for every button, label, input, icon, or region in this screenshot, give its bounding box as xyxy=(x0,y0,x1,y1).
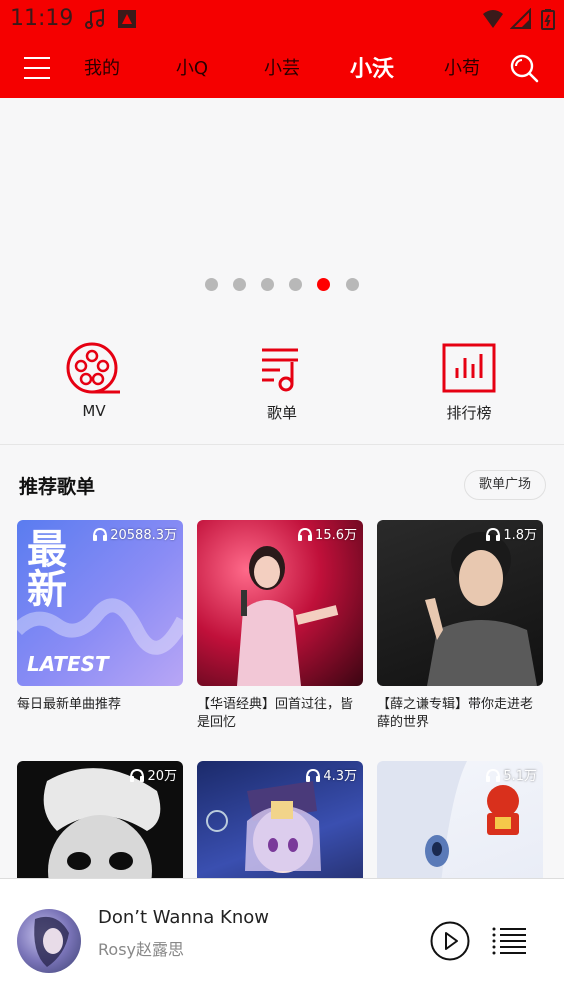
play-count: 20万 xyxy=(129,765,177,784)
photo-notification-icon xyxy=(118,10,136,28)
play-count: 5.1万 xyxy=(485,765,537,784)
play-count: 20588.3万 xyxy=(92,524,177,543)
carousel-dot[interactable] xyxy=(233,278,246,291)
wifi-icon xyxy=(483,10,503,28)
playlist-cover: 15.6万 xyxy=(197,520,363,686)
play-count-value: 15.6万 xyxy=(315,528,357,543)
play-count-value: 20588.3万 xyxy=(110,528,177,543)
tab-mine[interactable]: 我的 xyxy=(72,54,132,80)
search-icon[interactable] xyxy=(508,52,540,84)
play-icon[interactable] xyxy=(430,921,470,961)
playlist-button[interactable]: 歌单 xyxy=(227,340,337,423)
album-art[interactable] xyxy=(17,909,81,973)
playlist-card[interactable]: 15.6万 【华语经典】回首过往，皆是回忆 xyxy=(197,520,363,732)
tab-xiao-gou[interactable]: 小苟 xyxy=(432,54,492,80)
play-count: 15.6万 xyxy=(297,524,357,543)
mini-player[interactable]: Don’t Wanna Know Rosy赵露思 xyxy=(0,878,564,1004)
chart-icon xyxy=(442,343,496,393)
playlist-icon xyxy=(262,348,298,392)
tab-xiao-yun[interactable]: 小芸 xyxy=(252,54,312,80)
mv-button[interactable]: MV xyxy=(39,340,149,420)
headphones-icon xyxy=(93,527,108,541)
play-count: 4.3万 xyxy=(305,765,357,784)
status-time: 11:19 xyxy=(10,6,74,31)
playlist-card[interactable]: 最 新 LATEST 20588.3万 每日最新单曲推荐 xyxy=(17,520,183,714)
singer-photo xyxy=(237,546,339,686)
play-count-value: 20万 xyxy=(147,769,177,784)
battery-icon xyxy=(541,9,555,30)
playlist-label: 歌单 xyxy=(266,404,297,422)
headphones-icon xyxy=(486,768,501,782)
status-bar: 11:19 xyxy=(0,0,564,38)
play-count-value: 4.3万 xyxy=(323,769,357,784)
album-art-image xyxy=(34,916,69,967)
playlist-title: 【华语经典】回首过往，皆是回忆 xyxy=(197,697,354,730)
top-navigation: 我的 小Q 小芸 小沃 小苟 xyxy=(0,38,564,98)
singer-photo xyxy=(425,532,537,686)
playlist-card[interactable]: 1.8万 【薛之谦专辑】带你走进老薛的世界 xyxy=(377,520,543,732)
playlist-cover: 最 新 LATEST 20588.3万 xyxy=(17,520,183,686)
mv-label: MV xyxy=(82,402,106,420)
carousel-dot[interactable] xyxy=(289,278,302,291)
cover-text: 最 xyxy=(27,527,67,573)
playlist-title: 【薛之谦专辑】带你走进老薛的世界 xyxy=(377,697,534,730)
music-note-icon xyxy=(85,8,104,29)
playlist-queue-icon[interactable] xyxy=(492,925,528,957)
carousel-dot[interactable] xyxy=(205,278,218,291)
song-title: Don’t Wanna Know xyxy=(98,907,269,928)
headphones-icon xyxy=(306,768,321,782)
section-divider xyxy=(0,444,564,445)
cell-signal-icon xyxy=(510,8,531,29)
film-reel-icon xyxy=(66,342,120,394)
cover-text: 新 xyxy=(27,567,67,613)
carousel-dot[interactable] xyxy=(346,278,359,291)
banner-carousel[interactable] xyxy=(0,98,564,310)
headphones-icon xyxy=(486,527,501,541)
play-count: 1.8万 xyxy=(485,524,537,543)
tab-xiao-wo[interactable]: 小沃 xyxy=(342,51,402,83)
playlist-title: 每日最新单曲推荐 xyxy=(17,697,122,712)
chart-label: 排行榜 xyxy=(446,404,492,422)
play-count-value: 1.8万 xyxy=(503,528,537,543)
headphones-icon xyxy=(298,527,313,541)
carousel-dot[interactable] xyxy=(261,278,274,291)
carousel-dot-active[interactable] xyxy=(317,278,330,291)
headphones-icon xyxy=(130,768,145,782)
playlist-plaza-button[interactable]: 歌单广场 xyxy=(464,470,546,500)
chart-button[interactable]: 排行榜 xyxy=(414,340,524,423)
cover-text: LATEST xyxy=(27,652,109,676)
play-count-value: 5.1万 xyxy=(503,769,537,784)
section-title: 推荐歌单 xyxy=(19,476,96,498)
song-artist: Rosy赵露思 xyxy=(98,940,184,959)
menu-icon[interactable] xyxy=(24,55,50,81)
playlist-cover: 1.8万 xyxy=(377,520,543,686)
tab-xiao-q[interactable]: 小Q xyxy=(162,54,222,80)
